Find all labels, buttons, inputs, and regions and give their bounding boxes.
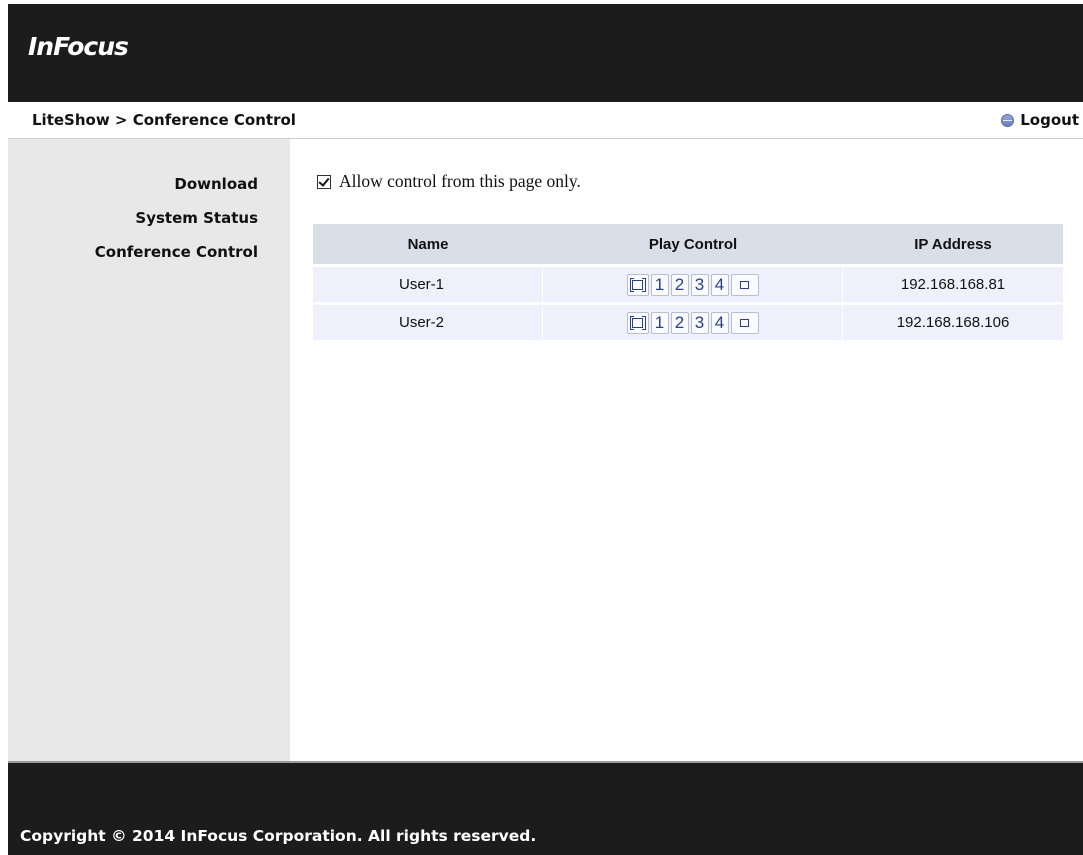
full-screen-button[interactable]: [626, 311, 649, 334]
logout-icon: [1001, 113, 1015, 127]
split-3-button[interactable]: 3: [690, 311, 709, 334]
table-header-row: Name Play Control IP Address: [313, 224, 1063, 264]
footer: Copyright © 2014 InFocus Corporation. Al…: [8, 761, 1083, 855]
play-control-group: 1 2 3 4: [626, 273, 759, 296]
page: InFocus LiteShow > Conference Control Lo…: [8, 4, 1083, 855]
table-row: User-2 1 2 3 4 192.168.168.106: [313, 305, 1063, 340]
split-1-button[interactable]: 1: [650, 273, 669, 296]
table-row: User-1 1 2 3 4 192.168.168.81: [313, 267, 1063, 302]
sidebar: Download System Status Conference Contro…: [8, 139, 290, 761]
split-4-button[interactable]: 4: [710, 311, 729, 334]
user-name: User-1: [313, 267, 543, 302]
split-2-button[interactable]: 2: [670, 273, 689, 296]
split-4-button[interactable]: 4: [710, 273, 729, 296]
full-screen-button[interactable]: [626, 273, 649, 296]
stop-button[interactable]: [730, 311, 759, 334]
split-3-button[interactable]: 3: [690, 273, 709, 296]
column-header-name: Name: [313, 224, 543, 264]
allow-control-checkbox[interactable]: [317, 174, 331, 189]
play-control-cell: 1 2 3 4: [543, 267, 843, 302]
sidebar-item-download[interactable]: Download: [174, 175, 258, 193]
split-2-button[interactable]: 2: [670, 311, 689, 334]
logout-label: Logout: [1020, 111, 1079, 129]
ip-address: 192.168.168.106: [843, 305, 1063, 340]
stop-icon: [740, 318, 749, 327]
sidebar-item-system-status[interactable]: System Status: [135, 209, 258, 227]
breadcrumb-bar: LiteShow > Conference Control Logout: [8, 102, 1083, 139]
header: InFocus: [8, 4, 1083, 102]
copyright-text: Copyright © 2014 InFocus Corporation. Al…: [20, 827, 537, 845]
sidebar-item-conference-control[interactable]: Conference Control: [95, 243, 258, 261]
column-header-ip-address: IP Address: [843, 224, 1063, 264]
play-control-group: 1 2 3 4: [626, 311, 759, 334]
stop-button[interactable]: [730, 273, 759, 296]
user-name: User-2: [313, 305, 543, 340]
ip-address: 192.168.168.81: [843, 267, 1063, 302]
full-screen-icon: [632, 279, 643, 290]
allow-control-label: Allow control from this page only.: [339, 171, 581, 191]
stop-icon: [740, 280, 749, 289]
full-screen-icon: [632, 317, 643, 328]
main-content: Allow control from this page only. Name …: [290, 139, 1083, 761]
play-control-cell: 1 2 3 4: [543, 305, 843, 340]
infocus-logo: InFocus: [28, 32, 129, 61]
logout-link[interactable]: Logout: [1001, 111, 1079, 129]
split-1-button[interactable]: 1: [650, 311, 669, 334]
allow-control-option: Allow control from this page only.: [317, 171, 581, 192]
column-header-play-control: Play Control: [543, 224, 843, 264]
users-table: Name Play Control IP Address User-1 1 2 …: [313, 221, 1063, 343]
breadcrumb: LiteShow > Conference Control: [32, 111, 296, 129]
